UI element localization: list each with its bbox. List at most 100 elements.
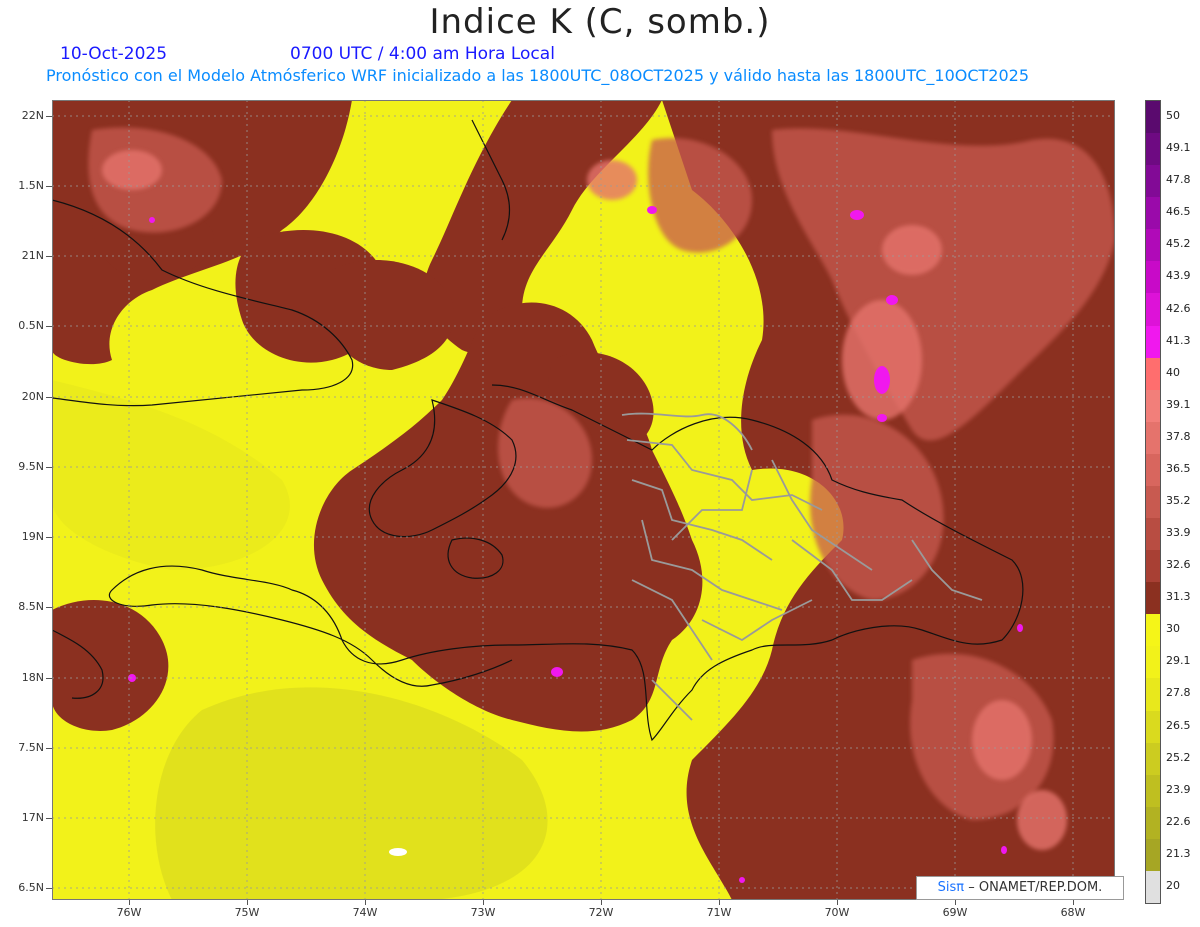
colorbar-label: 45.2 (1166, 237, 1191, 251)
lat-label: 19N (21, 530, 44, 543)
lon-tick (365, 900, 366, 905)
lat-tick (46, 186, 52, 187)
lon-tick (601, 900, 602, 905)
colorbar-segment (1146, 485, 1160, 519)
colorbar-segment (1146, 518, 1160, 551)
colorbar-label: 32.6 (1166, 558, 1191, 572)
lat-label: 18N (21, 671, 44, 684)
credit-logo: Sisπ (937, 880, 965, 895)
colorbar-segment (1146, 614, 1160, 647)
lat-tick (46, 818, 52, 819)
colorbar-label: 29.1 (1166, 654, 1191, 668)
credit-text: – ONAMET/REP.DOM. (968, 880, 1103, 895)
lat-label: 17N (21, 811, 44, 824)
lon-label: 72W (588, 906, 614, 919)
colorbar-label: 47.8 (1166, 173, 1191, 187)
lat-tick (46, 397, 52, 398)
lat-label: 6.5N (18, 881, 44, 894)
lat-label: 0.5N (18, 319, 44, 332)
lat-label: 7.5N (18, 741, 44, 754)
colorbar-segment (1146, 806, 1160, 840)
map-title: Indice K (C, somb.) (429, 2, 771, 42)
colorbar-segment (1146, 678, 1160, 712)
colorbar-segment (1146, 357, 1160, 391)
colorbar-segment (1146, 550, 1160, 583)
lon-tick (483, 900, 484, 905)
colorbar-label: 42.6 (1166, 301, 1191, 315)
lon-label: 70W (824, 906, 850, 919)
colorbar-label: 46.5 (1166, 205, 1191, 219)
colorbar-segment (1146, 197, 1160, 230)
colorbar-label: 39.1 (1166, 397, 1191, 411)
colorbar-segment (1146, 742, 1160, 776)
lon-label: 71W (706, 906, 732, 919)
colorbar-label: 22.6 (1166, 814, 1191, 828)
colorbar-segment (1146, 710, 1160, 744)
colorbar-segment (1146, 838, 1160, 872)
lat-label: 20N (21, 390, 44, 403)
colorbar-segment (1146, 165, 1160, 198)
lon-label: 76W (116, 906, 142, 919)
colorbar-segment (1146, 101, 1160, 134)
credit-box: Sisπ – ONAMET/REP.DOM. (916, 876, 1124, 900)
lon-tick (837, 900, 838, 905)
colorbar-label: 43.9 (1166, 269, 1191, 283)
lat-label: 22N (21, 109, 44, 122)
colorbar-label: 20 (1166, 878, 1180, 892)
lon-tick (129, 900, 130, 905)
colorbar-label: 37.8 (1166, 429, 1191, 443)
lat-label: 9.5N (18, 460, 44, 473)
lon-label: 75W (234, 906, 260, 919)
lon-tick (1073, 900, 1074, 905)
colorbar-label: 40 (1166, 365, 1180, 379)
lon-label: 68W (1060, 906, 1086, 919)
colorbar (1145, 100, 1161, 904)
lat-tick (46, 326, 52, 327)
colorbar-label: 35.2 (1166, 494, 1191, 507)
lon-tick (719, 900, 720, 905)
colorbar-segment (1146, 293, 1160, 327)
colorbar-label: 23.9 (1166, 782, 1191, 796)
colorbar-label: 49.1 (1166, 141, 1191, 155)
lon-tick (247, 900, 248, 905)
lat-tick (46, 888, 52, 889)
colorbar-segment (1146, 870, 1160, 904)
colorbar-segment (1146, 582, 1160, 615)
colorbar-segment (1146, 389, 1160, 423)
map-frame (52, 100, 1115, 900)
colorbar-label: 21.3 (1166, 846, 1191, 860)
lon-tick (955, 900, 956, 905)
colorbar-label: 41.3 (1166, 333, 1191, 347)
colorbar-segment (1146, 646, 1160, 679)
forecast-date: 10-Oct-2025 (60, 44, 168, 64)
colorbar-segment (1146, 229, 1160, 262)
colorbar-segment (1146, 774, 1160, 808)
lon-label: 73W (470, 906, 496, 919)
colorbar-segment (1146, 453, 1160, 487)
colorbar-segment (1146, 421, 1160, 455)
forecast-time: 0700 UTC / 4:00 am Hora Local (290, 44, 555, 64)
colorbar-label: 30 (1166, 622, 1180, 636)
lat-tick (46, 607, 52, 608)
colorbar-label: 31.3 (1166, 590, 1191, 604)
lon-label: 69W (942, 906, 968, 919)
lat-tick (46, 678, 52, 679)
colorbar-segment (1146, 261, 1160, 294)
lat-label: 8.5N (18, 600, 44, 613)
lat-label: 1.5N (18, 179, 44, 192)
lat-label: 21N (21, 249, 44, 262)
colorbar-label: 25.2 (1166, 750, 1191, 764)
lat-tick (46, 537, 52, 538)
colorbar-label: 36.5 (1166, 461, 1191, 475)
colorbar-segment (1146, 133, 1160, 166)
colorbar-label: 50 (1166, 109, 1180, 123)
lat-tick (46, 256, 52, 257)
forecast-subtitle: Pronóstico con el Modelo Atmósferico WRF… (46, 66, 1030, 85)
colorbar-segment (1146, 325, 1160, 359)
lat-tick (46, 467, 52, 468)
colorbar-label: 33.9 (1166, 526, 1191, 540)
lon-label: 74W (352, 906, 378, 919)
lat-tick (46, 116, 52, 117)
colorbar-label: 27.8 (1166, 686, 1191, 700)
lat-tick (46, 748, 52, 749)
